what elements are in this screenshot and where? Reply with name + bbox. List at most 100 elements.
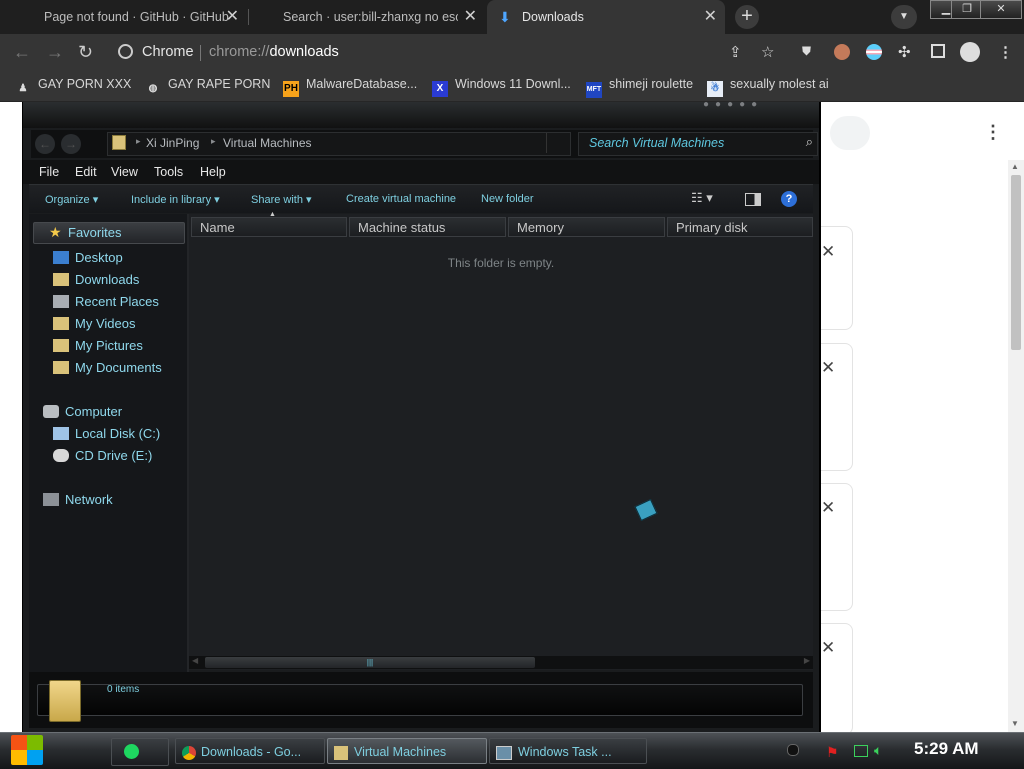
- nav-downloads[interactable]: Downloads: [53, 272, 139, 287]
- search-icon[interactable]: ⌕: [806, 134, 813, 150]
- bookmark-item[interactable]: X Windows 11 Downl...: [432, 77, 571, 97]
- bookmark-item[interactable]: ♟ GAY PORN XXX: [15, 77, 132, 97]
- favorites-header[interactable]: ★ Favorites: [33, 222, 185, 244]
- explorer-title-bar[interactable]: ●●●●●: [23, 99, 819, 128]
- horizontal-scrollbar[interactable]: ◀ ||| ▶: [189, 656, 813, 669]
- remove-download-icon[interactable]: ✕: [821, 358, 835, 378]
- nav-my-pictures[interactable]: My Pictures: [53, 338, 143, 353]
- scroll-up-icon[interactable]: ▲: [1011, 162, 1019, 171]
- reload-icon[interactable]: ↻: [78, 42, 93, 63]
- remove-download-icon[interactable]: ✕: [821, 498, 835, 518]
- show-desktop-orb-icon[interactable]: [787, 744, 799, 756]
- column-name[interactable]: Name: [191, 217, 347, 237]
- search-input[interactable]: Search Virtual Machines: [589, 136, 724, 150]
- profile-extension-icon[interactable]: [834, 44, 850, 60]
- explorer-address-row: ← → ▸ Xi JinPing ▸ Virtual Machines Sear…: [31, 130, 818, 158]
- share-icon[interactable]: ⇪: [729, 43, 742, 61]
- clock[interactable]: 5:29 AM: [914, 739, 979, 759]
- page-scrollbar-thumb[interactable]: [1011, 175, 1021, 350]
- view-options-icon[interactable]: ☷ ▾: [691, 190, 713, 206]
- side-panel-icon[interactable]: [931, 44, 945, 58]
- extensions-puzzle-icon[interactable]: ✣: [898, 43, 911, 61]
- tab-github-not-found[interactable]: Page not found · GitHub · GitHub ✕: [32, 0, 247, 34]
- new-folder-button[interactable]: New folder: [481, 193, 534, 205]
- search-box[interactable]: Search Virtual Machines ⌕: [578, 132, 818, 156]
- url-path: downloads: [269, 44, 339, 60]
- nav-my-documents[interactable]: My Documents: [53, 360, 162, 375]
- bookmark-item[interactable]: ☃ sexually molest ai: [707, 77, 829, 97]
- menu-file[interactable]: File: [39, 165, 59, 179]
- downloads-search-field[interactable]: [830, 116, 870, 150]
- taskbar-virtual-machines[interactable]: Virtual Machines: [327, 738, 487, 764]
- close-tab-icon[interactable]: ✕: [226, 0, 239, 34]
- volume-icon[interactable]: 🔈︎: [874, 742, 882, 759]
- address-bar[interactable]: ▸ Xi JinPing ▸ Virtual Machines: [107, 132, 571, 156]
- address-dropdown-button[interactable]: [546, 133, 569, 153]
- tab-downloads[interactable]: ⬇ Downloads ✕: [487, 0, 725, 34]
- nav-local-disk-c[interactable]: Local Disk (C:): [53, 426, 160, 441]
- include-in-library-button[interactable]: Include in library ▾: [131, 193, 220, 206]
- new-tab-button[interactable]: +: [735, 5, 759, 29]
- nav-my-videos[interactable]: My Videos: [53, 316, 135, 331]
- maximize-button[interactable]: ❐: [951, 0, 983, 19]
- browser-toolbar: ← → ↻ Chrome chrome://downloads ⇪ ☆ ⛊ ✣ …: [0, 34, 1024, 71]
- close-tab-icon[interactable]: ✕: [704, 0, 717, 34]
- tab-search-icon[interactable]: ▼: [891, 5, 917, 29]
- nav-network[interactable]: Network: [43, 492, 113, 507]
- remove-download-icon[interactable]: ✕: [821, 242, 835, 262]
- omnibox-site-label: Chrome: [142, 44, 194, 60]
- help-icon[interactable]: ?: [781, 191, 797, 207]
- chevron-right-icon: ▸: [136, 136, 141, 146]
- forward-arrow-icon[interactable]: →: [61, 134, 81, 154]
- item-count: 0 items: [107, 684, 140, 695]
- menu-help[interactable]: Help: [200, 165, 226, 179]
- file-list[interactable]: Name ▲ Machine status Memory Primary dis…: [189, 211, 813, 670]
- profile-avatar-icon[interactable]: [960, 42, 980, 62]
- ublock-extension-icon[interactable]: ⛊: [802, 44, 811, 59]
- back-arrow-icon[interactable]: ←: [13, 42, 31, 63]
- nav-label: My Pictures: [75, 338, 143, 353]
- tab-github-search[interactable]: Search · user:bill-zhanxg no esc ✕: [270, 0, 485, 34]
- menu-edit[interactable]: Edit: [75, 165, 97, 179]
- flag-extension-icon[interactable]: [866, 44, 882, 60]
- taskbar-chrome-downloads[interactable]: Downloads - Go...: [175, 738, 325, 764]
- menu-tools[interactable]: Tools: [154, 165, 183, 179]
- column-machine-status[interactable]: Machine status: [349, 217, 506, 237]
- bookmark-item[interactable]: PH MalwareDatabase...: [283, 77, 417, 97]
- task-manager-icon: [496, 745, 512, 760]
- downloads-menu-icon[interactable]: ⋮: [984, 122, 1002, 143]
- nav-desktop[interactable]: Desktop: [53, 250, 123, 265]
- nav-recent-places[interactable]: Recent Places: [53, 294, 159, 309]
- create-virtual-machine-button[interactable]: Create virtual machine: [346, 193, 456, 205]
- close-tab-icon[interactable]: ✕: [464, 0, 477, 34]
- forward-arrow-icon[interactable]: →: [46, 42, 64, 63]
- nav-computer[interactable]: Computer: [43, 404, 122, 419]
- share-with-button[interactable]: Share with ▾: [251, 193, 312, 206]
- scroll-left-icon[interactable]: ◀: [192, 656, 198, 665]
- empty-folder-message: This folder is empty.: [447, 256, 555, 270]
- spotify-icon[interactable]: [124, 744, 139, 759]
- horizontal-scrollbar-thumb[interactable]: |||: [205, 657, 535, 668]
- omnibox-url[interactable]: chrome://downloads: [209, 44, 339, 60]
- network-tray-icon[interactable]: [854, 745, 868, 757]
- breadcrumb-item[interactable]: Virtual Machines: [223, 136, 312, 150]
- column-primary-disk[interactable]: Primary disk: [667, 217, 813, 237]
- taskbar-task-manager[interactable]: Windows Task ...: [489, 738, 647, 764]
- close-window-button[interactable]: ✕: [980, 0, 1022, 19]
- scroll-right-icon[interactable]: ▶: [804, 656, 810, 665]
- column-memory[interactable]: Memory: [508, 217, 665, 237]
- chrome-menu-icon[interactable]: ⋮: [998, 43, 1013, 61]
- back-arrow-icon[interactable]: ←: [35, 134, 55, 154]
- preview-pane-icon[interactable]: [745, 193, 761, 206]
- organize-button[interactable]: Organize ▾: [45, 193, 98, 206]
- bookmark-item[interactable]: ◍ GAY RAPE PORN: [145, 77, 271, 97]
- nav-cd-drive-e[interactable]: CD Drive (E:): [53, 448, 152, 463]
- menu-view[interactable]: View: [111, 165, 138, 179]
- breadcrumb-item[interactable]: Xi JinPing: [146, 136, 199, 150]
- bookmark-item[interactable]: MFT shimeji roulette: [586, 77, 693, 98]
- scroll-down-icon[interactable]: ▼: [1011, 719, 1019, 728]
- remove-download-icon[interactable]: ✕: [821, 638, 835, 658]
- action-center-flag-icon[interactable]: ⚑: [826, 744, 839, 761]
- bookmark-star-icon[interactable]: ☆: [761, 43, 774, 61]
- start-button[interactable]: [11, 735, 43, 765]
